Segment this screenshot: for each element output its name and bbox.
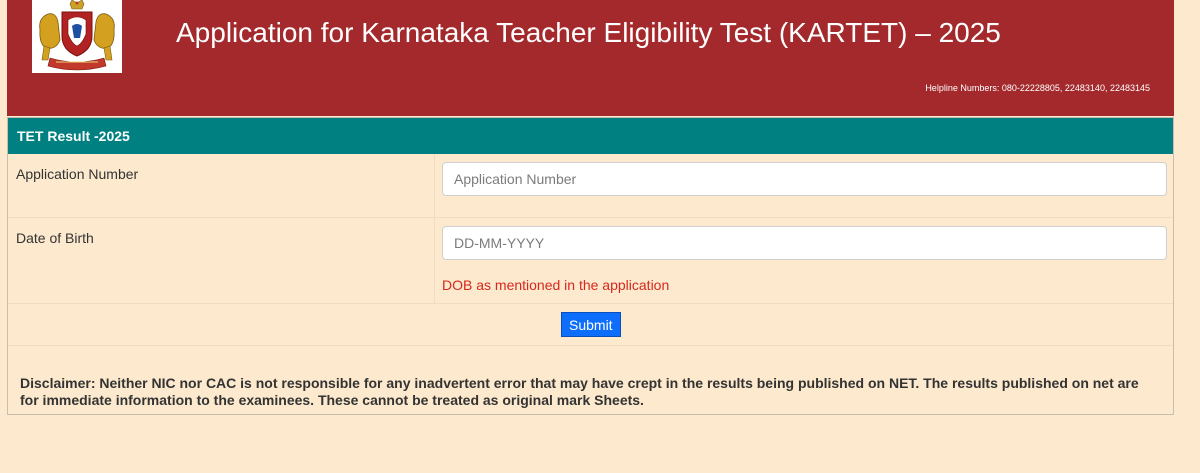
column-divider [434,154,435,217]
page-title: Application for Karnataka Teacher Eligib… [176,17,1001,48]
panel-title: TET Result -2025 [8,118,1173,154]
date-of-birth-row: Date of Birth DOB as mentioned in the ap… [8,218,1173,304]
application-number-input[interactable] [442,162,1167,196]
date-of-birth-label: Date of Birth [16,230,94,246]
site-header: Application for Karnataka Teacher Eligib… [7,0,1174,116]
disclaimer-text: Disclaimer: Neither NIC nor CAC is not r… [20,375,1139,408]
column-divider [434,218,435,303]
result-panel: TET Result -2025 Application Number Date… [7,117,1174,415]
application-number-row: Application Number [8,154,1173,218]
dob-hint: DOB as mentioned in the application [442,277,670,293]
karnataka-emblem-icon [32,0,122,73]
date-of-birth-input[interactable] [442,226,1167,260]
application-number-label: Application Number [16,166,139,182]
submit-row: Submit [8,304,1173,346]
helpline-numbers: Helpline Numbers: 080-22228805, 22483140… [925,83,1150,93]
submit-button[interactable]: Submit [561,312,621,337]
